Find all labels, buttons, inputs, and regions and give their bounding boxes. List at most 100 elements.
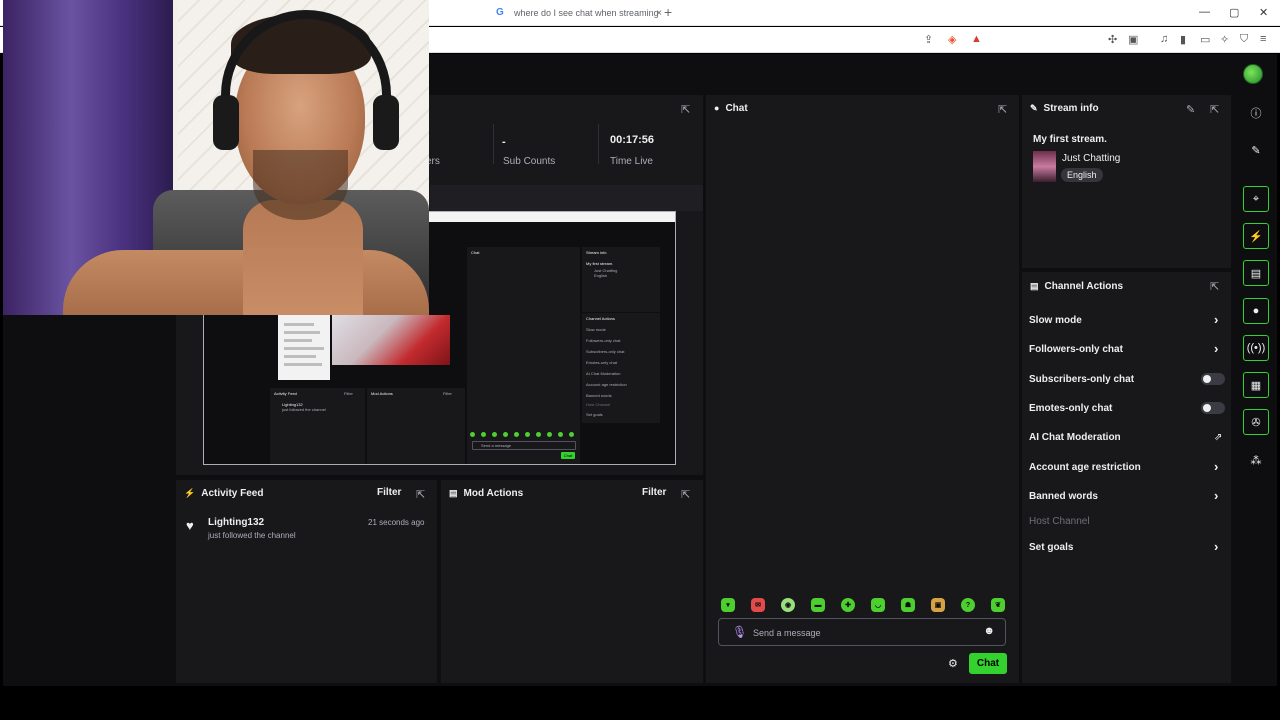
clip-icon[interactable]: ⌖ xyxy=(1243,186,1269,212)
chat-icon[interactable]: ● xyxy=(1243,298,1269,324)
chevron-right-icon[interactable]: › xyxy=(1214,312,1218,327)
emote-button[interactable]: ▬ xyxy=(811,598,825,612)
emote-button[interactable]: ✉ xyxy=(751,598,765,612)
lightning-icon: ⚡ xyxy=(184,487,196,498)
media-icon[interactable]: ♫ xyxy=(1160,33,1168,45)
chevron-right-icon[interactable]: › xyxy=(1214,488,1218,503)
chevron-right-icon[interactable]: › xyxy=(1214,539,1218,554)
maximize-button[interactable]: ▢ xyxy=(1229,6,1239,19)
emote-button[interactable]: ☗ xyxy=(901,598,915,612)
share-icon[interactable]: ⇪ xyxy=(924,33,933,46)
pencil-icon[interactable]: ✎ xyxy=(1243,137,1269,163)
user-avatar[interactable] xyxy=(1243,64,1263,84)
layout-icon[interactable]: ▦ xyxy=(1243,372,1269,398)
emote-button[interactable]: ◡ xyxy=(871,598,885,612)
minimize-button[interactable]: — xyxy=(1199,6,1210,18)
chevron-right-icon[interactable]: › xyxy=(1214,459,1218,474)
brave-rewards-icon[interactable]: ▲ xyxy=(971,33,982,45)
vpn-icon[interactable]: ⛉ xyxy=(1240,33,1248,46)
emote-button[interactable]: ✚ xyxy=(841,598,855,612)
mini-item: Host Channel xyxy=(586,402,611,407)
emote-button[interactable]: ◉ xyxy=(781,598,795,612)
ai-chat-moderation-item[interactable]: AI Chat Moderation xyxy=(1029,432,1121,443)
mini-item: Subscribers-only chat xyxy=(586,349,625,354)
host-channel-item: Host Channel xyxy=(1029,516,1090,527)
mod-filter-button[interactable]: Filter xyxy=(642,487,666,498)
popout-icon[interactable]: ⇱ xyxy=(681,103,690,116)
emote-button[interactable]: ❦ xyxy=(991,598,1005,612)
account-age-item[interactable]: Account age restriction xyxy=(1029,462,1141,473)
headphone-cup xyxy=(213,95,239,150)
chat-settings-icon[interactable]: ⚙ xyxy=(948,657,958,670)
close-window-button[interactable]: ✕ xyxy=(1259,6,1268,19)
emote-button[interactable]: ? xyxy=(961,598,975,612)
mini-channel-actions: Channel Actions Slow mode Followers-only… xyxy=(582,313,660,423)
mini-row xyxy=(284,363,322,366)
mini-emote xyxy=(547,432,552,437)
activity-filter-button[interactable]: Filter xyxy=(377,487,401,498)
heart-icon: ♥ xyxy=(186,518,194,533)
leo-icon[interactable]: ✧ xyxy=(1220,33,1229,46)
popout-icon[interactable]: ⇱ xyxy=(1210,103,1219,116)
mini-row xyxy=(284,355,316,358)
set-goals-item[interactable]: Set goals xyxy=(1029,542,1073,553)
edit-icon[interactable]: ✎ xyxy=(1186,103,1195,116)
emoji-icon[interactable]: ☻ xyxy=(983,625,995,637)
emote-button[interactable]: ▣ xyxy=(931,598,945,612)
chat-message-input[interactable] xyxy=(753,626,973,640)
mini-item: Account age restriction xyxy=(586,382,627,387)
google-icon: G xyxy=(496,7,504,18)
emote-button[interactable]: ▾ xyxy=(721,598,735,612)
slow-mode-item[interactable]: Slow mode xyxy=(1029,315,1082,326)
new-tab-button[interactable]: + xyxy=(664,4,672,20)
browser-tab[interactable]: G where do I see chat when streaming × xyxy=(496,4,664,22)
mini-emote xyxy=(514,432,519,437)
stat-divider xyxy=(598,124,599,164)
chat-title: Chat xyxy=(725,102,748,114)
wrench-icon[interactable]: ✇ xyxy=(1243,409,1269,435)
lightning-icon[interactable]: ⚡ xyxy=(1243,223,1269,249)
activity-feed-panel: ⚡ Activity Feed ⇱ xyxy=(176,480,437,683)
mini-mod-actions: Mod Actions Filter xyxy=(367,388,465,464)
menu-icon[interactable]: ≡ xyxy=(1260,33,1266,45)
popout-icon[interactable]: ⇱ xyxy=(681,488,690,501)
popout-icon[interactable]: ⇱ xyxy=(998,103,1007,116)
sidebar-icon[interactable]: ▮ xyxy=(1180,33,1186,46)
external-link-icon[interactable]: ⇗ xyxy=(1214,432,1222,443)
mini-emote xyxy=(503,432,508,437)
chat-header: ● Chat xyxy=(706,95,1019,121)
screenshot-icon[interactable]: ▣ xyxy=(1128,33,1138,46)
add-widget-icon[interactable]: ⁂ xyxy=(1243,447,1269,473)
sub-count-label: Sub Counts xyxy=(503,156,556,167)
preview-header-bar xyxy=(430,185,703,211)
chat-input-box[interactable]: 🎙 ☻ xyxy=(718,618,1006,646)
actions-icon: ▤ xyxy=(1030,280,1039,291)
notes-icon[interactable]: ▤ xyxy=(1243,260,1269,286)
category-thumbnail xyxy=(1033,151,1056,182)
tab-close-icon[interactable]: × xyxy=(656,8,662,19)
microphone-icon[interactable]: 🎙 xyxy=(732,625,747,639)
broadcast-icon[interactable]: ((•)) xyxy=(1243,335,1269,361)
followers-only-item[interactable]: Followers-only chat xyxy=(1029,344,1123,355)
mini-filter: Filter xyxy=(443,391,452,396)
stream-category[interactable]: Just Chatting xyxy=(1062,153,1120,164)
emotes-only-toggle[interactable] xyxy=(1201,402,1225,414)
popout-icon[interactable]: ⇱ xyxy=(416,488,425,501)
extensions-icon[interactable]: ✣ xyxy=(1108,33,1117,46)
mini-activity-feed: Activity Feed Filter Lighting132 just fo… xyxy=(270,388,365,464)
brave-shield-icon[interactable]: ◈ xyxy=(948,33,956,46)
subscribers-only-toggle[interactable] xyxy=(1201,373,1225,385)
feed-item-user[interactable]: Lighting132 xyxy=(208,517,264,528)
banned-words-item[interactable]: Banned words xyxy=(1029,491,1098,502)
info-icon[interactable]: ⓘ xyxy=(1243,100,1269,126)
chevron-right-icon[interactable]: › xyxy=(1214,341,1218,356)
headphone-cup xyxy=(373,95,399,150)
mini-row xyxy=(284,331,320,334)
popout-icon[interactable]: ⇱ xyxy=(1210,280,1219,293)
chat-send-button[interactable]: Chat xyxy=(969,653,1007,674)
feed-item-text: just followed the channel xyxy=(208,531,296,540)
wallet-icon[interactable]: ▭ xyxy=(1200,33,1210,46)
mini-nested-video xyxy=(332,315,450,365)
mini-chat-button: Chat xyxy=(561,452,575,459)
stream-tag[interactable]: English xyxy=(1061,168,1103,182)
